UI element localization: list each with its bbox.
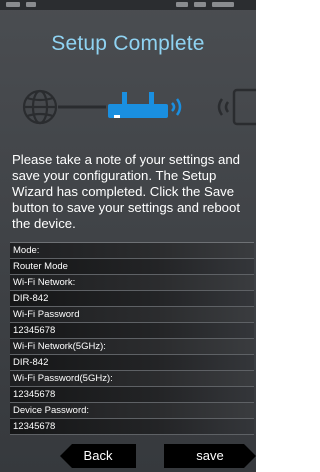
globe-icon [22,89,58,125]
setting-label: Wi-Fi Password(5GHz): [10,371,254,387]
device-icon [232,88,256,126]
battery-icon [212,2,234,7]
router-icon [108,92,168,118]
page-title: Setup Complete [51,32,205,55]
connection-diagram [0,82,256,132]
setup-description: Please take a note of your settings and … [12,152,240,231]
signal-icon [171,98,182,116]
setting-value: DIR-842 [10,291,254,307]
setting-label: Wi-Fi Password [10,307,254,323]
save-button-label: save [196,448,224,463]
setting-value: DIR-842 [10,355,254,371]
setting-value: 12345678 [10,387,254,403]
cell-signal-icon [194,2,206,7]
setting-label: Mode: [10,243,254,259]
setting-label: Device Password: [10,403,254,419]
navigation-buttons: Back save [0,444,256,472]
setting-label: Wi-Fi Network: [10,275,254,291]
setting-label: Wi-Fi Network(5GHz): [10,339,254,355]
back-button-label: Back [83,448,113,463]
setting-value: Router Mode [10,259,254,275]
notification-icon [26,2,36,7]
setup-complete-screen: Setup Complete Please take a note of you… [0,0,256,472]
save-button[interactable]: save [164,444,256,468]
setting-value: 12345678 [10,419,254,435]
settings-summary: Mode: Router Mode Wi-Fi Network: DIR-842… [10,242,254,435]
back-button[interactable]: Back [60,444,136,468]
wifi-status-icon [176,2,188,7]
status-bar [0,0,256,10]
notification-icon [6,2,20,7]
signal-icon [217,98,230,116]
setting-value: 12345678 [10,323,254,339]
